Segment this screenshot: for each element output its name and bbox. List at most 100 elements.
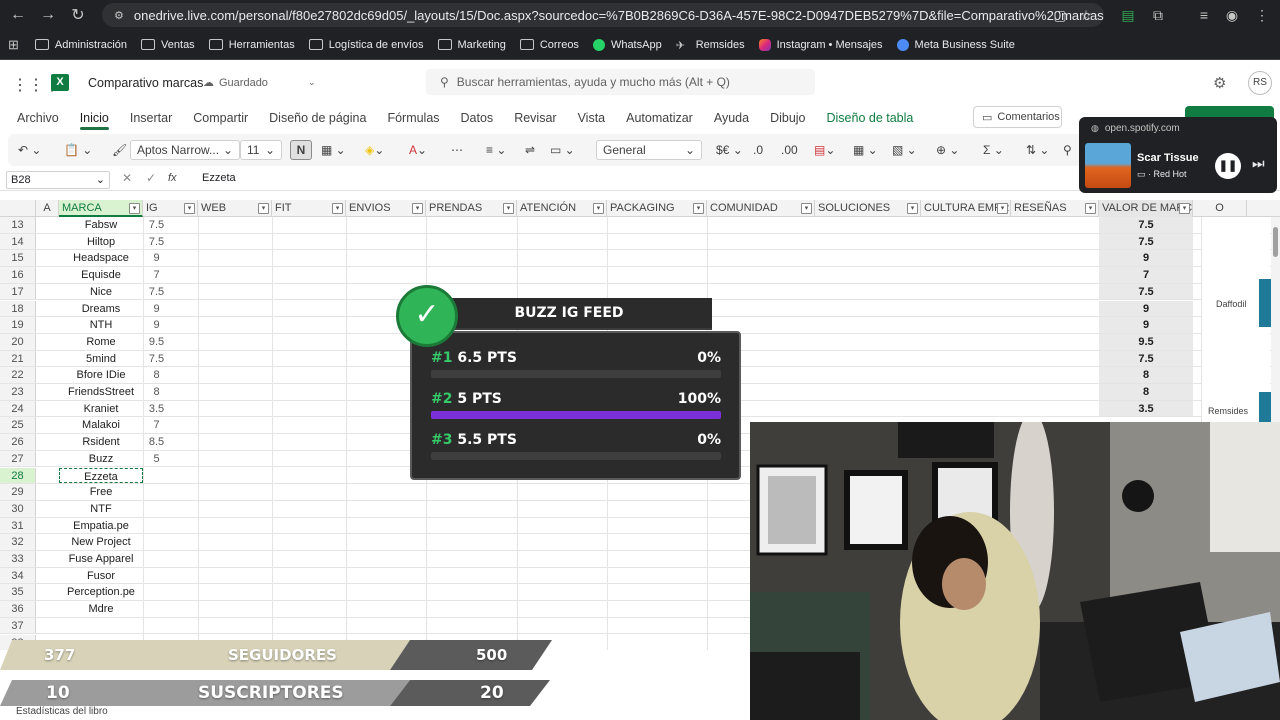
cell-valor-marca[interactable]: 7.5 — [1099, 233, 1193, 250]
row-number[interactable]: 28 — [0, 467, 36, 484]
col-comunidad[interactable]: COMUNIDAD ▾ — [707, 200, 815, 217]
pause-icon[interactable]: ❚❚ — [1215, 153, 1241, 179]
col-fit[interactable]: FIT ▾ — [272, 200, 346, 217]
bookmark-instagram[interactable]: Instagram • Mensajes — [758, 38, 883, 51]
undo-icon[interactable]: ↶ ⌄ — [18, 140, 41, 160]
cell-marca[interactable] — [59, 618, 143, 634]
cell-marca[interactable]: Rsident — [59, 434, 143, 450]
cell-marca[interactable]: FriendsStreet — [59, 384, 143, 400]
tab-compartir[interactable]: Compartir — [193, 111, 248, 125]
bookmark-meta[interactable]: Meta Business Suite — [896, 38, 1015, 51]
row-number[interactable]: 14 — [0, 233, 36, 250]
col-packaging[interactable]: PACKAGING ▾ — [607, 200, 707, 217]
bookmark-logistica[interactable]: Logística de envíos — [308, 39, 424, 51]
tab-vista[interactable]: Vista — [578, 111, 606, 125]
fill-color-icon[interactable]: ◈ ⌄ — [365, 140, 384, 160]
row-number[interactable]: 29 — [0, 484, 36, 500]
cell-styles-icon[interactable]: ▧ ⌄ — [892, 140, 917, 160]
filter-dropdown-icon[interactable]: ▾ — [693, 203, 704, 214]
merge-cells-icon[interactable]: ▭ ⌄ — [550, 140, 575, 160]
font-name-select[interactable]: Aptos Narrow... ⌄ — [130, 140, 240, 160]
tab-dibujo[interactable]: Dibujo — [770, 111, 805, 125]
cell-marca[interactable]: Perception.pe — [59, 584, 143, 600]
row-number[interactable]: 32 — [0, 534, 36, 550]
wrap-text-icon[interactable]: ⇌ — [525, 140, 535, 160]
cell-ig[interactable]: 7 — [143, 267, 198, 283]
menu-dots-icon[interactable]: ⋮ — [1252, 5, 1272, 25]
cell-marca[interactable]: Fusor — [59, 568, 143, 584]
cell-valor-marca[interactable]: 3.5 — [1099, 400, 1193, 417]
row-number[interactable]: 21 — [0, 350, 36, 367]
format-table-icon[interactable]: ▦ ⌄ — [853, 140, 878, 160]
cell-marca[interactable]: Mdre — [59, 601, 143, 617]
row-number[interactable]: 13 — [0, 217, 36, 233]
cell-ig[interactable] — [143, 468, 198, 484]
cell-ig[interactable] — [143, 618, 198, 634]
bookmark-herramientas[interactable]: Herramientas — [208, 39, 295, 51]
paste-icon[interactable]: 📋 ⌄ — [64, 140, 92, 160]
comments-button[interactable]: ▭ Comentarios — [973, 106, 1062, 128]
cell-ig[interactable] — [143, 501, 198, 517]
filter-dropdown-icon[interactable]: ▾ — [997, 203, 1008, 214]
decrease-decimal-icon[interactable]: .0 — [753, 140, 763, 160]
tab-diseno-tabla[interactable]: Diseño de tabla — [827, 111, 914, 125]
col-web[interactable]: WEB ▾ — [198, 200, 272, 217]
cell-marca[interactable]: 5mind — [59, 351, 143, 367]
row-number[interactable]: 22 — [0, 367, 36, 383]
col-marca[interactable]: MARCA ▾ — [59, 200, 143, 217]
cell-marca[interactable]: Hiltop — [59, 234, 143, 250]
scroll-thumb[interactable] — [1273, 227, 1278, 257]
cell-ig[interactable]: 9.5 — [143, 334, 198, 350]
forward-icon[interactable]: → — [36, 3, 60, 27]
cell-ig[interactable]: 5 — [143, 451, 198, 467]
col-atencion[interactable]: ATENCIÓN ▾ — [517, 200, 607, 217]
col-a[interactable]: A — [36, 200, 59, 217]
insert-cells-icon[interactable]: ⊕ ⌄ — [936, 140, 959, 160]
cell-ig[interactable]: 9 — [143, 301, 198, 317]
cell-valor-marca[interactable]: 9 — [1099, 250, 1193, 267]
cell-marca[interactable]: Headspace — [59, 250, 143, 266]
filter-dropdown-icon[interactable]: ▾ — [129, 203, 140, 214]
filter-dropdown-icon[interactable]: ▾ — [412, 203, 423, 214]
tab-archivo[interactable]: Archivo — [17, 111, 59, 125]
sort-filter-icon[interactable]: ⇅ ⌄ — [1026, 140, 1049, 160]
cell-ig[interactable]: 7 — [143, 417, 198, 433]
row-number[interactable]: 35 — [0, 584, 36, 601]
file-name[interactable]: Comparativo marcas — [88, 76, 203, 90]
cell-ig[interactable]: 3.5 — [143, 401, 198, 417]
tab-revisar[interactable]: Revisar — [514, 111, 556, 125]
cell-marca[interactable]: Fabsw — [59, 217, 143, 233]
cell-ig[interactable] — [143, 601, 198, 617]
extension-icon[interactable]: ▤ — [1118, 5, 1138, 25]
cell-ig[interactable]: 8 — [143, 367, 198, 383]
cell-ig[interactable]: 8 — [143, 384, 198, 400]
align-icon[interactable]: ≡ ⌄ — [486, 140, 506, 160]
col-ig[interactable]: IG ▾ — [143, 200, 198, 217]
filter-dropdown-icon[interactable]: ▾ — [503, 203, 514, 214]
row-number[interactable]: 18 — [0, 300, 36, 317]
bookmark-whatsapp[interactable]: WhatsApp — [592, 38, 662, 51]
bookmark-marketing[interactable]: Marketing — [437, 39, 506, 51]
cell-valor-marca[interactable]: 9 — [1099, 300, 1193, 317]
autosum-icon[interactable]: Σ ⌄ — [983, 140, 1004, 160]
row-number[interactable]: 25 — [0, 417, 36, 434]
cell-ig[interactable]: 9 — [143, 317, 198, 333]
col-valor-marca[interactable]: VALOR DE MARCA ▾ — [1099, 200, 1193, 217]
cell-valor-marca[interactable]: 7.5 — [1099, 283, 1193, 300]
currency-format-button[interactable]: $€ ⌄ — [716, 140, 743, 160]
bold-button[interactable]: N — [290, 140, 312, 160]
settings-gear-icon[interactable]: ⚙ — [1213, 74, 1226, 92]
row-number[interactable]: 30 — [0, 500, 36, 517]
cell-ig[interactable]: 7.5 — [143, 217, 198, 233]
number-format-select[interactable]: General ⌄ — [596, 140, 702, 160]
tab-diseno-pagina[interactable]: Diseño de página — [269, 111, 366, 125]
row-number[interactable]: 34 — [0, 567, 36, 584]
cell-valor-marca[interactable]: 7.5 — [1099, 217, 1193, 233]
cell-marca[interactable]: Malakoi — [59, 417, 143, 433]
format-painter-icon[interactable]: 🖌 — [112, 140, 127, 160]
col-resenas[interactable]: RESEÑAS ▾ — [1011, 200, 1099, 217]
cell-marca[interactable]: NTH — [59, 317, 143, 333]
site-info-icon[interactable]: ⚙ — [114, 9, 124, 22]
bookmark-administracion[interactable]: Administración — [34, 39, 127, 51]
tab-automatizar[interactable]: Automatizar — [626, 111, 693, 125]
